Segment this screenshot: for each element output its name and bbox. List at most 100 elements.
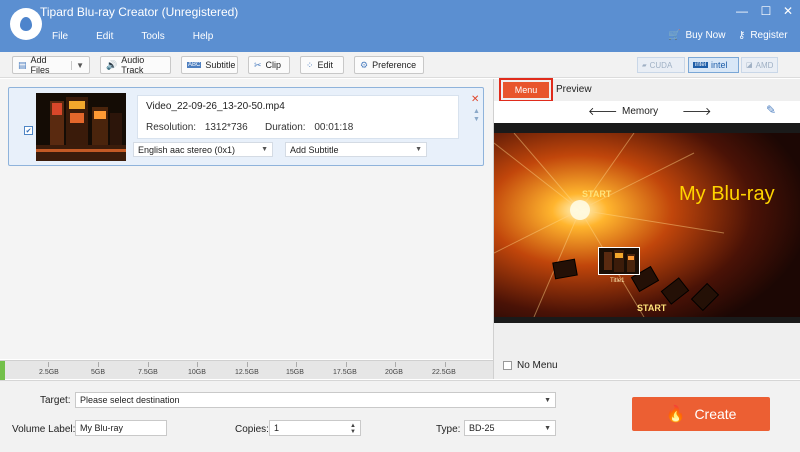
file-list: ✔ Video_22-09-26_13-20-50.mp4 Resolution… <box>0 79 493 359</box>
edit-effects-icon: ⁘ <box>306 59 314 70</box>
checkbox-box[interactable] <box>503 361 512 370</box>
intel-label: intel <box>711 60 728 70</box>
duration: Duration: 00:01:18 <box>265 122 353 133</box>
volume-label-input[interactable]: My Blu-ray <box>75 420 167 436</box>
buy-now-link[interactable]: 🛒 Buy Now <box>668 30 725 41</box>
menu-bar: File Edit Tools Help <box>52 31 241 42</box>
tab-preview[interactable]: Preview <box>556 84 592 95</box>
no-menu-checkbox[interactable]: No Menu <box>503 360 558 371</box>
arrow-left-icon[interactable]: 🡐 <box>588 104 618 118</box>
title-bar: Tipard Blu-ray Creator (Unregistered) — … <box>0 0 800 52</box>
target-label: Target: <box>40 395 71 406</box>
cuda-toggle[interactable]: ▰ CUDA <box>637 57 685 73</box>
volume-label-value: My Blu-ray <box>80 423 124 433</box>
audio-icon: 🔊 <box>106 59 118 70</box>
duration-label: Duration: <box>265 122 306 133</box>
subtitle-value: Add Subtitle <box>290 144 339 155</box>
duration-value: 00:01:18 <box>314 122 354 133</box>
intel-toggle[interactable]: intel intel <box>688 57 739 73</box>
window-title: Tipard Blu-ray Creator (Unregistered) <box>40 5 239 19</box>
arrow-right-icon[interactable]: 🡒 <box>682 104 712 118</box>
chevron-down-icon[interactable]: ▼ <box>71 60 84 70</box>
capacity-tick: 22.5GB <box>432 369 456 376</box>
menu-tools[interactable]: Tools <box>141 31 164 42</box>
template-navigator: 🡐 Memory 🡒 ✎ <box>494 101 800 123</box>
menu-panel: Menu Preview 🡐 Memory 🡒 ✎ My Blu-ray STA… <box>493 78 800 379</box>
cuda-label: CUDA <box>649 60 673 70</box>
amd-toggle[interactable]: ◪ AMD <box>741 57 778 73</box>
audio-track-button[interactable]: 🔊 Audio Track <box>100 55 171 75</box>
remove-file-icon[interactable]: ✕ <box>471 94 479 105</box>
audio-track-value: English aac stereo (0x1) <box>138 144 236 155</box>
edit-menu-icon[interactable]: ✎ <box>766 103 776 117</box>
subtitle-label: Subtitle <box>205 60 236 70</box>
chevron-down-icon: ▼ <box>261 146 268 153</box>
preview-title: My Blu-ray <box>679 183 775 205</box>
preference-button[interactable]: ⚙ Preference <box>354 56 424 74</box>
maximize-button[interactable]: ☐ <box>756 4 776 18</box>
move-down-icon[interactable]: ▼ <box>473 116 480 123</box>
capacity-tick: 20GB <box>385 369 403 376</box>
target-value: Please select destination <box>80 395 180 405</box>
target-select[interactable]: Please select destination ▼ <box>75 392 556 408</box>
resolution: Resolution: 1312*736 <box>146 122 248 133</box>
close-button[interactable]: ✕ <box>778 4 798 18</box>
menu-file[interactable]: File <box>52 31 68 42</box>
preview-start-label: START <box>582 189 612 199</box>
create-label: Create <box>694 406 737 422</box>
chevron-down-icon: ▼ <box>544 396 551 404</box>
minimize-button[interactable]: — <box>732 4 752 18</box>
capacity-tick: 2.5GB <box>39 369 59 376</box>
subtitle-icon: ABC <box>187 62 202 68</box>
menu-preview: My Blu-ray START Title1 START ▶ <box>494 123 800 323</box>
type-select[interactable]: BD-25 ▼ <box>464 420 556 436</box>
app-logo-icon <box>10 8 42 40</box>
clip-label: Clip <box>265 60 282 70</box>
type-label: Type: <box>436 424 461 435</box>
scissors-icon: ✂ <box>254 59 262 70</box>
preview-title-thumbnail <box>598 247 640 275</box>
capacity-tick: 7.5GB <box>138 369 158 376</box>
nvidia-icon: ▰ <box>642 62 647 69</box>
add-files-button[interactable]: ▤ Add Files ▼ <box>12 55 90 75</box>
capacity-tick: 15GB <box>286 369 304 376</box>
output-settings: Target: Please select destination ▼ Volu… <box>0 380 800 452</box>
file-item[interactable]: ✔ Video_22-09-26_13-20-50.mp4 Resolution… <box>8 87 484 166</box>
type-value: BD-25 <box>469 423 495 433</box>
tab-menu[interactable]: Menu <box>499 78 553 102</box>
menu-help[interactable]: Help <box>193 31 214 42</box>
create-button[interactable]: 🔥 Create <box>632 397 770 431</box>
file-info: Video_22-09-26_13-20-50.mp4 Resolution: … <box>137 95 459 139</box>
no-menu-label: No Menu <box>517 360 558 371</box>
copies-value: 1 <box>274 423 280 433</box>
template-name: Memory <box>622 106 659 117</box>
subtitle-select[interactable]: Add Subtitle ▼ <box>285 142 427 157</box>
toolbar: ▤ Add Files ▼ 🔊 Audio Track ABC Subtitle… <box>0 52 800 78</box>
audio-track-select[interactable]: English aac stereo (0x1) ▼ <box>133 142 273 157</box>
stepper-arrows-icon[interactable]: ▲ ▼ <box>350 423 356 435</box>
edit-button[interactable]: ⁘ Edit <box>300 56 344 74</box>
move-up-icon[interactable]: ▲ <box>473 108 480 115</box>
flame-icon: 🔥 <box>665 406 686 423</box>
video-thumbnail[interactable] <box>36 93 126 161</box>
file-checkbox[interactable]: ✔ <box>24 126 33 135</box>
amd-icon: ◪ <box>746 62 753 69</box>
audio-track-label: Audio Track <box>121 55 145 75</box>
volume-label-label: Volume Label: <box>12 424 76 435</box>
add-file-icon: ▤ <box>18 59 27 70</box>
preview-title1-label: Title1 <box>610 278 625 284</box>
clip-button[interactable]: ✂ Clip <box>248 56 290 74</box>
file-name: Video_22-09-26_13-20-50.mp4 <box>146 101 285 112</box>
subtitle-button[interactable]: ABC Subtitle <box>181 56 238 74</box>
key-icon: ⚷ <box>738 30 746 41</box>
register-link[interactable]: ⚷ Register <box>738 30 788 41</box>
resolution-value: 1312*736 <box>204 122 248 133</box>
capacity-bar: 2.5GB 5GB 7.5GB 10GB 12.5GB 15GB 17.5GB … <box>0 360 493 380</box>
copies-stepper[interactable]: 1 ▲ ▼ <box>269 420 361 436</box>
capacity-fill <box>0 361 5 380</box>
capacity-tick: 10GB <box>188 369 206 376</box>
chevron-down-icon: ▼ <box>415 146 422 153</box>
capacity-tick: 5GB <box>91 369 106 376</box>
buy-now-label: Buy Now <box>685 30 726 41</box>
menu-edit[interactable]: Edit <box>96 31 113 42</box>
